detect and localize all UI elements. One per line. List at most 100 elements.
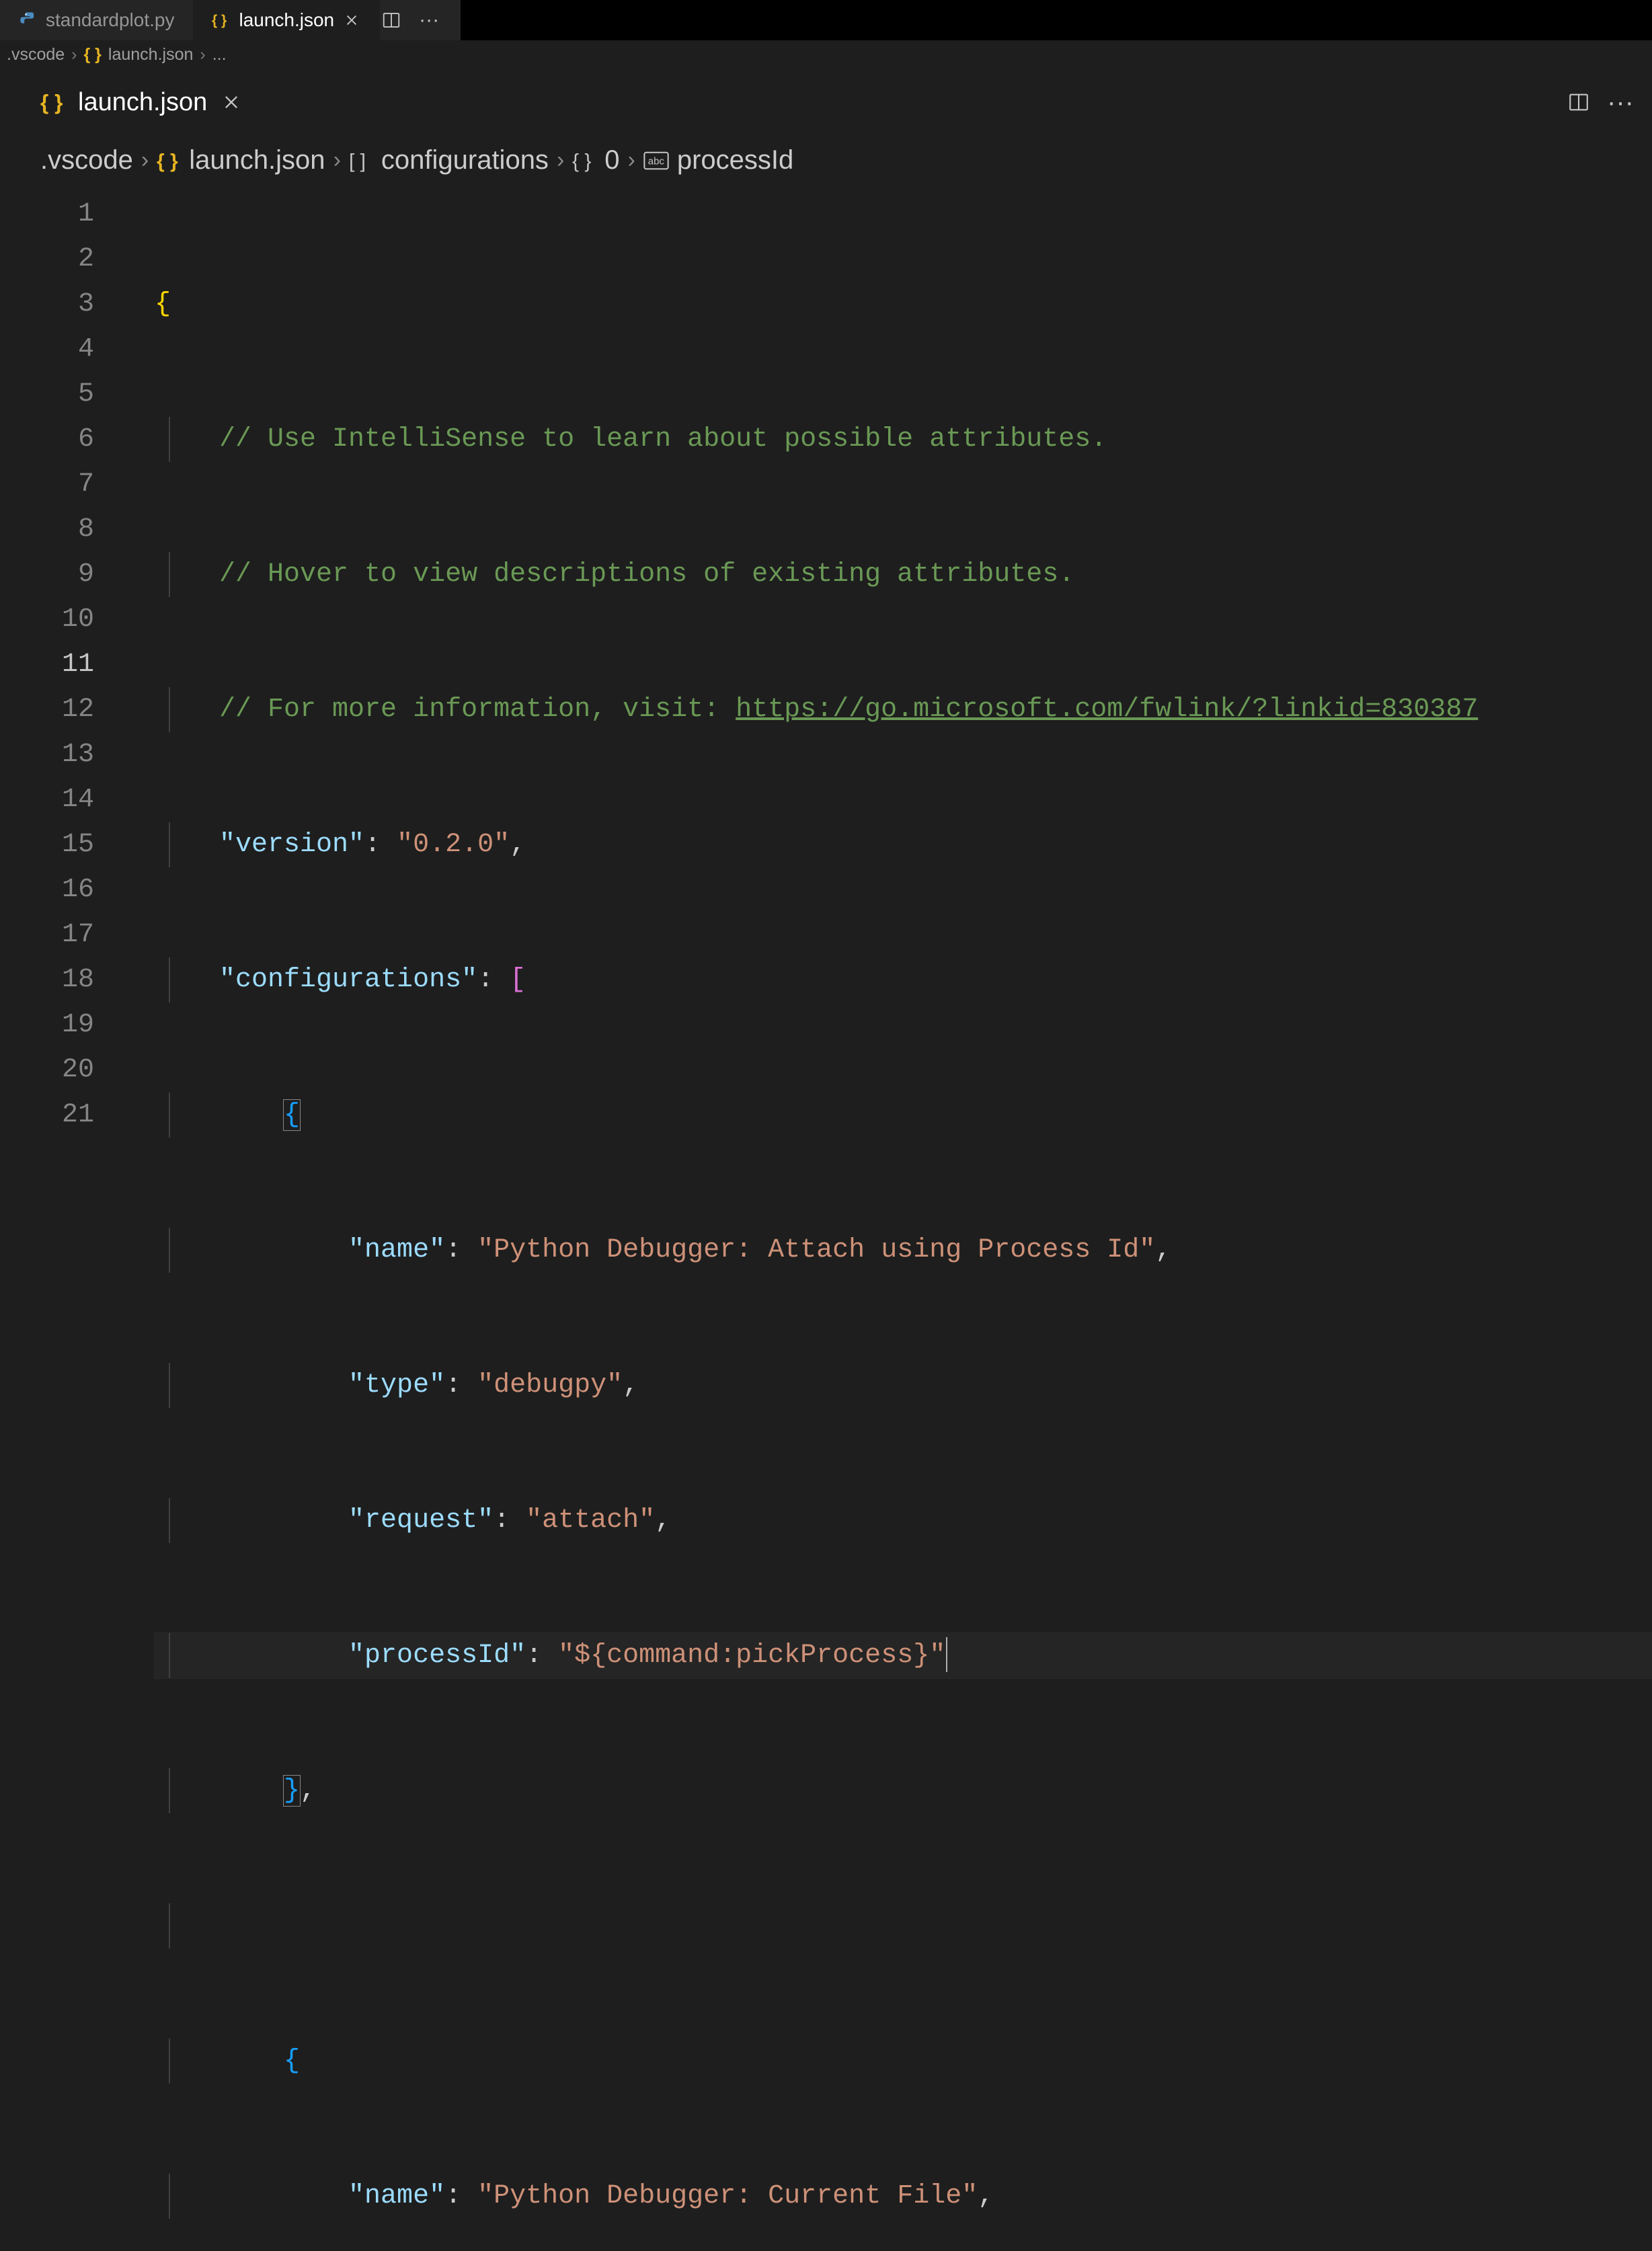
- line-number: 8: [0, 507, 94, 552]
- json-icon: { }: [157, 149, 181, 173]
- svg-text:{ }: { }: [157, 150, 178, 172]
- chevron-right-icon: ›: [628, 147, 635, 173]
- token-comment: // Use IntelliSense to learn about possi…: [219, 424, 1107, 455]
- token-brace: {: [155, 289, 171, 319]
- inner-tabbar: { } launch.json ···: [0, 75, 1652, 129]
- inner-breadcrumb[interactable]: .vscode › { } launch.json › [ ] configur…: [0, 129, 1652, 192]
- array-icon: [ ]: [349, 149, 373, 173]
- tab-label: launch.json: [239, 9, 334, 31]
- more-actions-icon[interactable]: ···: [418, 9, 440, 32]
- line-number: 4: [0, 327, 94, 372]
- line-number: 10: [0, 597, 94, 642]
- json-icon: { }: [84, 45, 102, 65]
- token-string: "${command:pickProcess}": [558, 1641, 945, 1671]
- line-number: 1: [0, 192, 94, 237]
- line-number: 7: [0, 462, 94, 507]
- breadcrumb-folder[interactable]: .vscode: [7, 45, 65, 65]
- line-number: 5: [0, 372, 94, 417]
- line-number: 2: [0, 237, 94, 282]
- token-brace: {: [284, 1100, 300, 1130]
- close-icon[interactable]: [342, 11, 361, 30]
- code-line[interactable]: },: [155, 1768, 1652, 1813]
- token-comment: // For more information, visit:: [219, 695, 736, 725]
- code-line[interactable]: // Use IntelliSense to learn about possi…: [155, 417, 1652, 462]
- token-key: "name": [348, 1235, 445, 1265]
- chevron-right-icon: ›: [71, 45, 77, 65]
- code-line[interactable]: // Hover to view descriptions of existin…: [155, 552, 1652, 597]
- code-line[interactable]: "version": "0.2.0",: [155, 822, 1652, 867]
- close-icon[interactable]: [219, 90, 243, 114]
- svg-text:abc: abc: [648, 155, 665, 167]
- line-number: 18: [0, 957, 94, 1002]
- code-line[interactable]: "configurations": [: [155, 957, 1652, 1002]
- tab-launch-json-inner[interactable]: { } launch.json: [0, 75, 268, 129]
- line-number: 13: [0, 732, 94, 777]
- token-string: "0.2.0": [397, 830, 510, 860]
- token-key: "type": [348, 1370, 445, 1400]
- object-icon: { }: [572, 149, 596, 173]
- breadcrumb-more[interactable]: ...: [212, 45, 227, 65]
- text-cursor: [946, 1637, 947, 1672]
- chevron-right-icon: ›: [200, 45, 205, 65]
- code-line[interactable]: {: [155, 282, 1652, 327]
- line-number: 16: [0, 867, 94, 912]
- blank-titlebar-region: [461, 0, 1652, 40]
- tab-label: launch.json: [78, 88, 207, 117]
- more-actions-icon[interactable]: ···: [1609, 91, 1632, 114]
- svg-text:[ ]: [ ]: [349, 150, 366, 172]
- outer-tabbar: standardplot.py { } launch.json ···: [0, 0, 1652, 40]
- code-line[interactable]: // For more information, visit: https://…: [155, 687, 1652, 732]
- chevron-right-icon: ›: [141, 147, 149, 173]
- token-key: "name": [348, 2181, 445, 2211]
- token-key: "request": [348, 1505, 494, 1536]
- line-number-gutter: 1 2 3 4 5 6 7 8 9 10 11 12 13 14 15 16 1…: [0, 192, 128, 1138]
- breadcrumb-folder[interactable]: .vscode: [40, 145, 133, 175]
- breadcrumb-configurations[interactable]: configurations: [381, 145, 549, 175]
- line-number: 19: [0, 1002, 94, 1048]
- code-line[interactable]: [155, 1903, 1652, 1948]
- code-editor[interactable]: 1 2 3 4 5 6 7 8 9 10 11 12 13 14 15 16 1…: [0, 192, 1652, 2251]
- token-string: "Python Debugger: Current File": [477, 2181, 978, 2211]
- inner-tabbar-actions: ···: [1567, 75, 1652, 129]
- chevron-right-icon: ›: [557, 147, 564, 173]
- line-number: 6: [0, 417, 94, 462]
- tab-standardplot[interactable]: standardplot.py: [0, 0, 193, 40]
- split-editor-icon[interactable]: [380, 9, 403, 32]
- outer-tabbar-actions: ···: [380, 0, 461, 40]
- breadcrumb-file[interactable]: launch.json: [189, 145, 325, 175]
- token-bracket: [: [510, 965, 526, 995]
- line-number: 11: [0, 642, 94, 687]
- tab-launch-json[interactable]: { } launch.json: [193, 0, 380, 40]
- code-line[interactable]: {: [155, 2039, 1652, 2084]
- token-key: "configurations": [219, 965, 477, 995]
- token-string: "Python Debugger: Attach using Process I…: [477, 1235, 1155, 1265]
- code-line[interactable]: "name": "Python Debugger: Current File",: [155, 2174, 1652, 2219]
- line-number: 21: [0, 1093, 94, 1138]
- code-line[interactable]: "request": "attach",: [155, 1498, 1652, 1543]
- outer-breadcrumb[interactable]: .vscode › { } launch.json › ...: [0, 40, 1652, 69]
- code-line[interactable]: {: [155, 1093, 1652, 1138]
- code-content[interactable]: { // Use IntelliSense to learn about pos…: [155, 192, 1652, 2251]
- line-number: 3: [0, 282, 94, 327]
- code-line[interactable]: "name": "Python Debugger: Attach using P…: [155, 1228, 1652, 1273]
- token-string: "debugpy": [477, 1370, 623, 1400]
- line-number: 17: [0, 912, 94, 957]
- chevron-right-icon: ›: [333, 147, 341, 173]
- breadcrumb-index[interactable]: 0: [604, 145, 619, 175]
- tab-label: standardplot.py: [46, 9, 174, 31]
- token-string: "attach": [526, 1505, 655, 1536]
- token-link[interactable]: https://go.microsoft.com/fwlink/?linkid=…: [736, 695, 1478, 725]
- line-number: 9: [0, 552, 94, 597]
- python-icon: [19, 11, 38, 30]
- token-key: "version": [219, 830, 364, 860]
- split-editor-icon[interactable]: [1567, 91, 1590, 114]
- string-icon: abc: [643, 151, 669, 170]
- line-number: 15: [0, 822, 94, 867]
- code-line[interactable]: "type": "debugpy",: [155, 1363, 1652, 1408]
- breadcrumb-file[interactable]: launch.json: [108, 45, 193, 65]
- breadcrumb-field[interactable]: processId: [677, 145, 793, 175]
- token-brace: }: [284, 1776, 300, 1806]
- token-brace: {: [284, 2046, 300, 2076]
- code-line[interactable]: "processId": "${command:pickProcess}": [155, 1633, 1652, 1678]
- svg-text:{ }: { }: [572, 150, 591, 172]
